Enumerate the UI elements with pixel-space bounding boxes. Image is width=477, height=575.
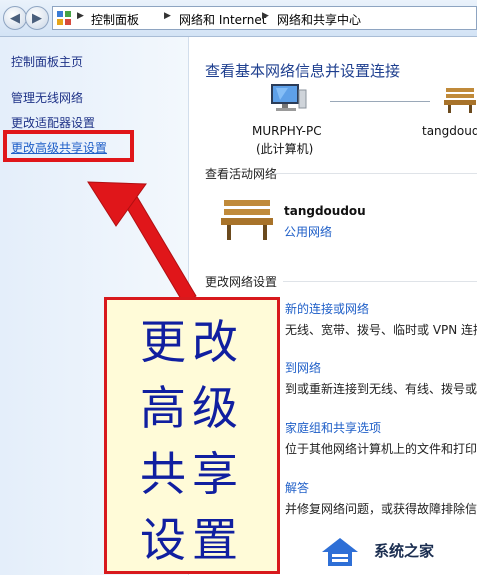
callout-line-4: 设置 — [140, 513, 244, 567]
callout-box: 更改 高级 共享 设置 — [104, 297, 280, 574]
callout-line-1: 更改 — [140, 315, 244, 369]
house-logo-icon — [322, 538, 358, 566]
callout-line-2: 高级 — [140, 381, 244, 435]
callout-line-3: 共享 — [140, 447, 244, 501]
arrow-shaft — [123, 194, 197, 305]
watermark-label: 系统之家 — [374, 542, 435, 560]
watermark: 系统之家 — [318, 530, 477, 575]
